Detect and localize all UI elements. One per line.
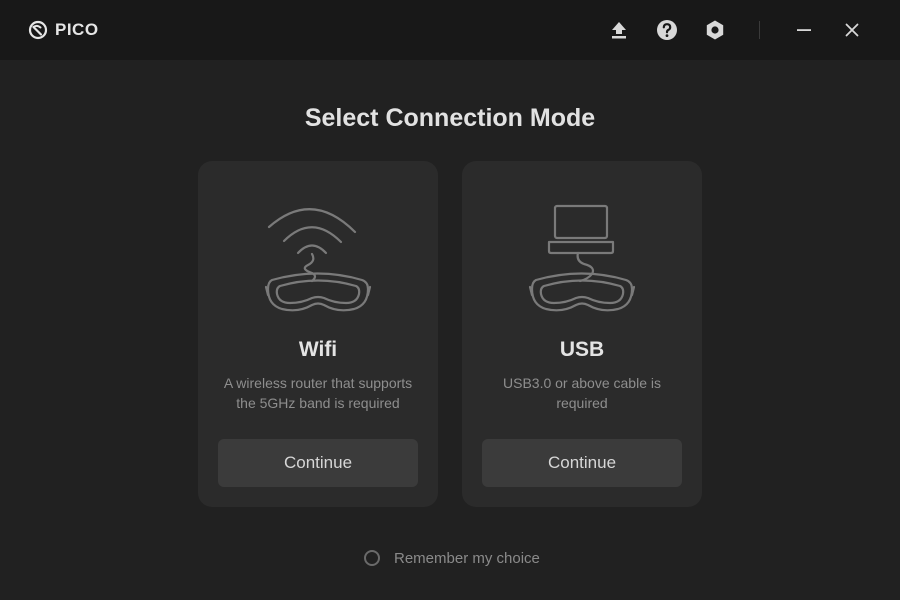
help-icon — [657, 20, 677, 40]
help-button[interactable] — [655, 18, 679, 42]
wifi-description: A wireless router that supports the 5GHz… — [223, 375, 413, 411]
remember-choice-radio[interactable] — [364, 550, 380, 566]
wifi-option-card: Wifi A wireless router that supports the… — [198, 161, 438, 507]
wifi-title: Wifi — [298, 338, 338, 361]
usb-continue-button[interactable]: Continue — [482, 439, 682, 487]
close-button[interactable] — [840, 18, 864, 42]
wifi-headset-icon — [264, 208, 372, 312]
toolbar-divider — [759, 21, 760, 39]
usb-description: USB3.0 or above cable is required — [503, 375, 661, 411]
title-bar: PICO — [0, 0, 900, 60]
upload-button[interactable] — [607, 18, 631, 42]
upload-icon — [612, 22, 626, 39]
wifi-continue-button[interactable]: Continue — [218, 439, 418, 487]
app-window: PICO Select Connection Mode Wifi A wirel… — [0, 0, 900, 600]
minimize-button[interactable] — [792, 18, 816, 42]
page-title: Select Connection Mode — [304, 104, 596, 132]
close-icon — [845, 23, 859, 37]
settings-icon — [706, 20, 724, 40]
remember-choice-label: Remember my choice — [394, 549, 540, 567]
pico-logo-icon — [28, 20, 48, 40]
usb-option-card: USB USB3.0 or above cable is required Co… — [462, 161, 702, 507]
minimize-icon — [797, 29, 811, 31]
brand: PICO — [28, 19, 99, 41]
brand-name: PICO — [55, 20, 99, 39]
usb-headset-icon — [528, 204, 636, 312]
usb-title: USB — [559, 338, 605, 361]
remember-choice-option[interactable]: Remember my choice — [364, 547, 540, 569]
settings-button[interactable] — [703, 18, 727, 42]
